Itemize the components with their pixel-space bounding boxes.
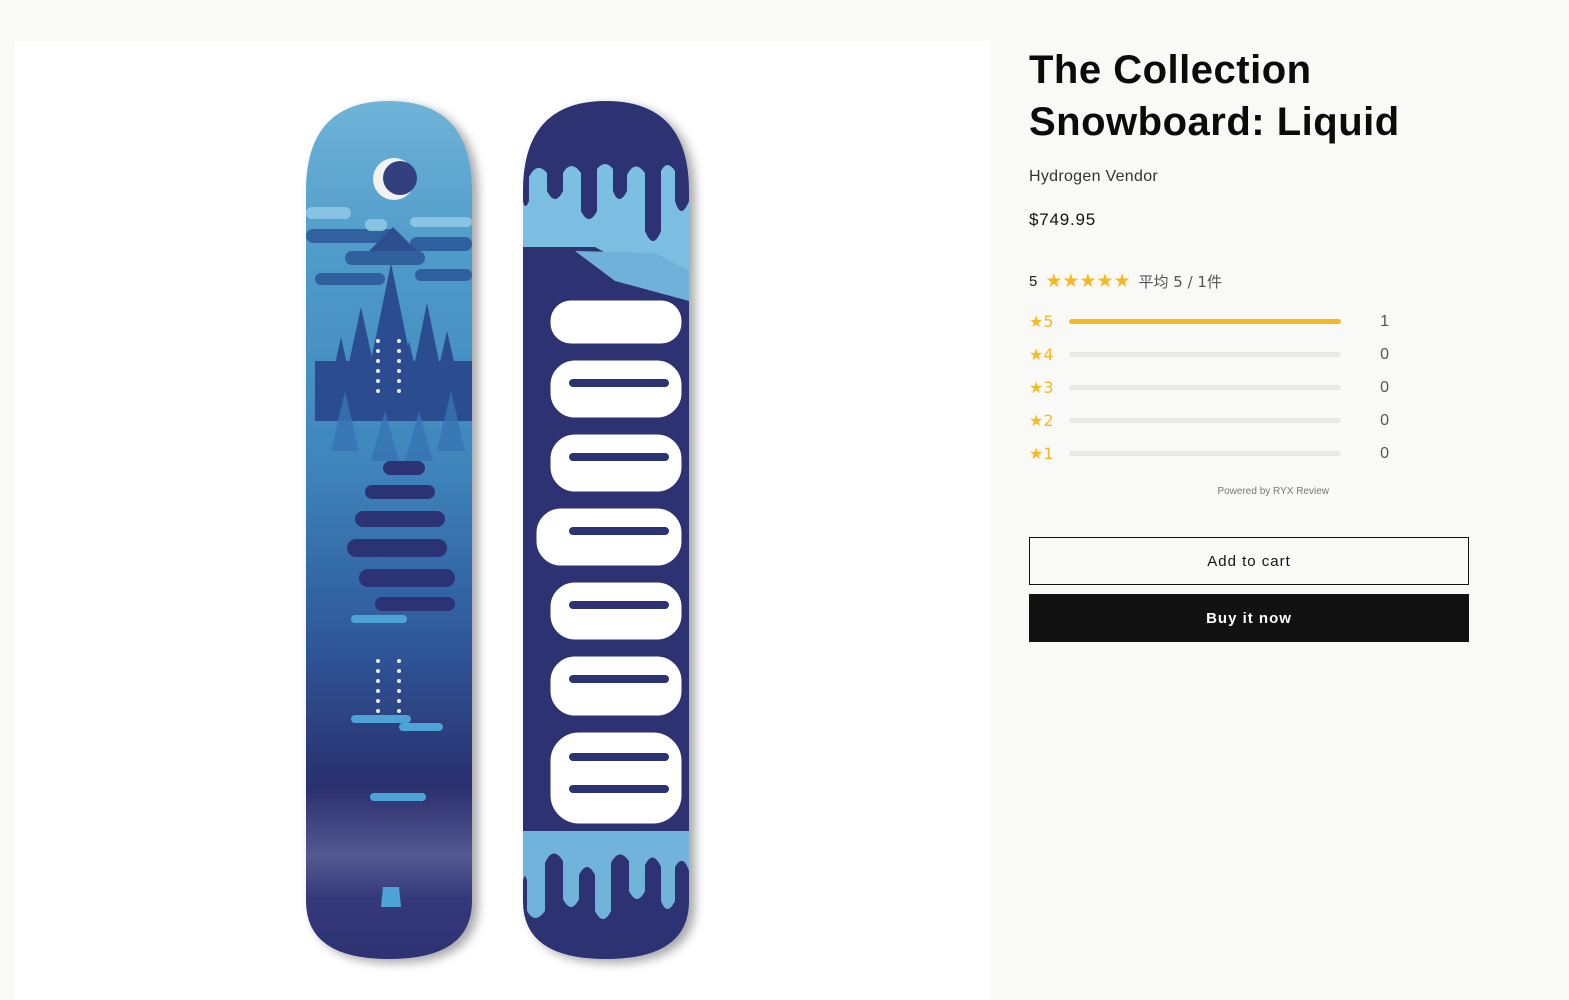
product-vendor: Hydrogen Vendor [1029, 168, 1159, 185]
product-price: $749.95 [1029, 210, 1097, 229]
rating-bar [1069, 385, 1341, 390]
rating-row-4[interactable]: ★4 0 [1029, 338, 1469, 371]
rating-row-count: 0 [1380, 444, 1389, 462]
rating-row-3[interactable]: ★3 0 [1029, 371, 1469, 404]
buy-it-now-button[interactable]: Buy it now [1029, 594, 1469, 642]
rating-bar-fill [1069, 319, 1341, 324]
rating-bar [1069, 352, 1341, 357]
rating-row-label: ★1 [1029, 444, 1054, 463]
rating-row-label: ★5 [1029, 312, 1054, 331]
rating-summary[interactable]: 5 ★★★★★ 平均 5 / 1件 [1029, 270, 1469, 292]
rating-breakdown: ★5 1 ★4 0 ★3 0 ★2 0 ★1 0 [1029, 305, 1469, 470]
rating-row-label: ★4 [1029, 345, 1054, 364]
rating-bar [1069, 451, 1341, 456]
rating-row-label: ★2 [1029, 411, 1054, 430]
rating-bar [1069, 418, 1341, 423]
rating-row-2[interactable]: ★2 0 [1029, 404, 1469, 437]
rating-row-5[interactable]: ★5 1 [1029, 305, 1469, 338]
rating-bar [1069, 319, 1341, 324]
add-to-cart-button[interactable]: Add to cart [1029, 537, 1469, 585]
rating-stars-icon: ★★★★★ [1045, 270, 1131, 292]
snowboard-image [306, 101, 689, 959]
rating-row-count: 0 [1380, 378, 1389, 396]
rating-row-count: 0 [1380, 345, 1389, 363]
powered-by-link[interactable]: Powered by RYX Review [1029, 486, 1329, 497]
rating-row-count: 1 [1380, 312, 1389, 330]
product-image[interactable] [15, 41, 990, 1000]
rating-average: 5 [1029, 272, 1038, 290]
rating-row-1[interactable]: ★1 0 [1029, 437, 1469, 470]
product-page: The Collection Snowboard: Liquid Hydroge… [0, 0, 1569, 1000]
rating-row-label: ★3 [1029, 378, 1054, 397]
product-title: The Collection Snowboard: Liquid [1029, 44, 1469, 148]
product-title-line1: The Collection [1029, 48, 1312, 92]
rating-row-count: 0 [1380, 411, 1389, 429]
rating-summary-text: 平均 5 / 1件 [1138, 272, 1222, 291]
product-info: The Collection Snowboard: Liquid Hydroge… [1029, 44, 1469, 642]
product-title-line2: Snowboard: Liquid [1029, 100, 1400, 144]
